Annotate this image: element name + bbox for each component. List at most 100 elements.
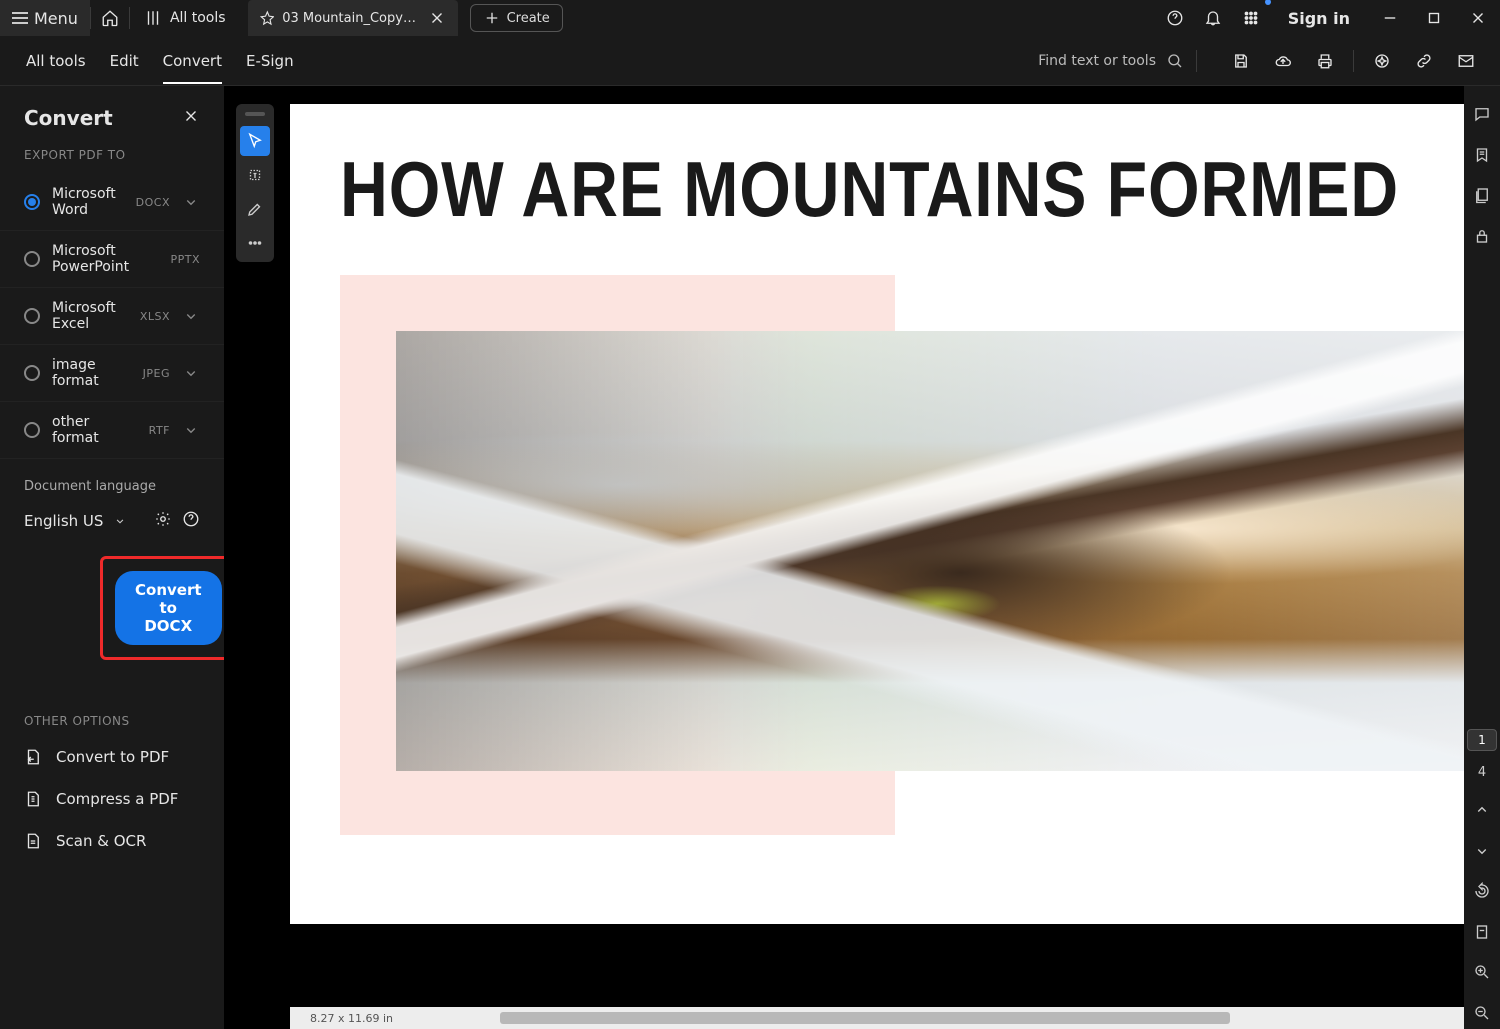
mail-button[interactable] — [1446, 41, 1486, 81]
document-image — [396, 331, 1464, 771]
radio — [24, 251, 40, 267]
status-bar: 8.27 x 11.69 in — [290, 1007, 1464, 1029]
minimize-button[interactable] — [1368, 0, 1412, 36]
next-page-button[interactable] — [1464, 834, 1500, 867]
convert-to-pdf-option[interactable]: Convert to PDF — [0, 736, 224, 778]
radio — [24, 365, 40, 381]
notifications-button[interactable] — [1194, 0, 1232, 36]
comment-icon — [1473, 105, 1491, 123]
cta-highlight: Convert to DOCX — [100, 556, 224, 660]
vertical-tool-palette — [236, 104, 274, 262]
document-viewer[interactable]: HOW ARE MOUNTAINS FORMED 8.27 x 11.69 in — [224, 86, 1464, 1029]
toolbar — [1221, 41, 1486, 81]
scan-icon — [24, 832, 42, 850]
help-icon — [1166, 9, 1184, 27]
panel-close-button[interactable] — [182, 107, 200, 129]
mail-icon — [1457, 52, 1475, 70]
tab-convert[interactable]: Convert — [151, 38, 234, 84]
draw-tool[interactable] — [240, 194, 270, 224]
export-option-image[interactable]: image format JPEG — [0, 345, 224, 402]
close-window-button[interactable] — [1456, 0, 1500, 36]
pages-icon — [1473, 186, 1491, 204]
drag-handle[interactable] — [245, 112, 265, 116]
more-tools[interactable] — [240, 228, 270, 258]
title-bar: Menu All tools 03 Mountain_Copy (1).p… C… — [0, 0, 1500, 36]
sparkle-icon — [1373, 52, 1391, 70]
sign-in-button[interactable]: Sign in — [1270, 9, 1368, 28]
radio — [24, 422, 40, 438]
rotate-button[interactable] — [1464, 875, 1500, 908]
export-section-label: EXPORT PDF TO — [0, 148, 224, 174]
compress-icon — [24, 790, 42, 808]
lock-button[interactable] — [1464, 220, 1500, 253]
text-select-tool[interactable] — [240, 160, 270, 190]
language-value[interactable]: English US — [24, 512, 103, 530]
bell-icon — [1204, 9, 1222, 27]
export-option-powerpoint[interactable]: Microsoft PowerPoint PPTX — [0, 231, 224, 288]
minimize-icon — [1381, 9, 1399, 27]
chevron-down-icon — [182, 307, 200, 325]
chevron-down-icon — [1473, 842, 1491, 860]
horizontal-scrollbar[interactable] — [500, 1012, 1230, 1024]
help-button[interactable] — [1156, 0, 1194, 36]
menu-label: Menu — [34, 9, 78, 28]
create-button[interactable]: Create — [470, 4, 563, 32]
all-tools-label: All tools — [170, 10, 226, 26]
pages-button[interactable] — [1464, 179, 1500, 212]
export-option-word[interactable]: Microsoft Word DOCX — [0, 174, 224, 231]
radio — [24, 308, 40, 324]
convert-to-docx-button[interactable]: Convert to DOCX — [115, 571, 222, 645]
lock-icon — [1473, 227, 1491, 245]
tab-all-tools[interactable]: All tools — [14, 38, 98, 84]
tab-esign[interactable]: E-Sign — [234, 38, 306, 84]
page-dimensions: 8.27 x 11.69 in — [310, 1012, 393, 1025]
home-button[interactable] — [91, 0, 129, 36]
ai-button[interactable] — [1362, 41, 1402, 81]
menu-button[interactable]: Menu — [0, 0, 90, 36]
prev-page-button[interactable] — [1464, 794, 1500, 827]
lang-help-button[interactable] — [182, 510, 200, 532]
total-pages: 4 — [1478, 759, 1486, 786]
current-page-input[interactable]: 1 — [1467, 729, 1497, 751]
other-options-label: OTHER OPTIONS — [0, 674, 224, 736]
apps-button[interactable] — [1232, 0, 1270, 36]
settings-button[interactable] — [154, 510, 172, 532]
link-button[interactable] — [1404, 41, 1444, 81]
compress-pdf-option[interactable]: Compress a PDF — [0, 778, 224, 820]
chevron-down-icon — [182, 364, 200, 382]
find-text-button[interactable]: Find text or tools — [1038, 52, 1184, 70]
language-label: Document language — [0, 459, 224, 502]
bookmark-button[interactable] — [1464, 139, 1500, 172]
help-icon — [182, 510, 200, 528]
cloud-upload-button[interactable] — [1263, 41, 1303, 81]
panel-title: Convert — [24, 106, 113, 130]
save-button[interactable] — [1221, 41, 1261, 81]
document-tab[interactable]: 03 Mountain_Copy (1).p… — [248, 0, 458, 36]
tab-close-button[interactable] — [428, 9, 446, 27]
zoom-out-button[interactable] — [1464, 996, 1500, 1029]
all-tools-button[interactable]: All tools — [130, 0, 240, 36]
chevron-down-icon — [182, 421, 200, 439]
print-button[interactable] — [1305, 41, 1345, 81]
rotate-icon — [1473, 882, 1491, 900]
right-rail: 1 4 — [1464, 86, 1500, 1029]
chevron-down-icon — [182, 193, 200, 211]
tab-edit[interactable]: Edit — [98, 38, 151, 84]
maximize-icon — [1425, 9, 1443, 27]
chevron-down-icon[interactable] — [113, 514, 127, 528]
export-option-other[interactable]: other format RTF — [0, 402, 224, 459]
comment-button[interactable] — [1464, 98, 1500, 131]
home-icon — [101, 9, 119, 27]
scan-ocr-option[interactable]: Scan & OCR — [0, 820, 224, 862]
select-tool[interactable] — [240, 126, 270, 156]
document-tabs: 03 Mountain_Copy (1).p… — [248, 0, 458, 36]
notification-dot — [1265, 0, 1271, 5]
close-icon — [1469, 9, 1487, 27]
tab-title: 03 Mountain_Copy (1).p… — [282, 11, 419, 26]
zoom-in-button[interactable] — [1464, 956, 1500, 989]
maximize-button[interactable] — [1412, 0, 1456, 36]
gear-icon — [154, 510, 172, 528]
export-option-excel[interactable]: Microsoft Excel XLSX — [0, 288, 224, 345]
fit-page-button[interactable] — [1464, 915, 1500, 948]
search-icon — [1166, 52, 1184, 70]
